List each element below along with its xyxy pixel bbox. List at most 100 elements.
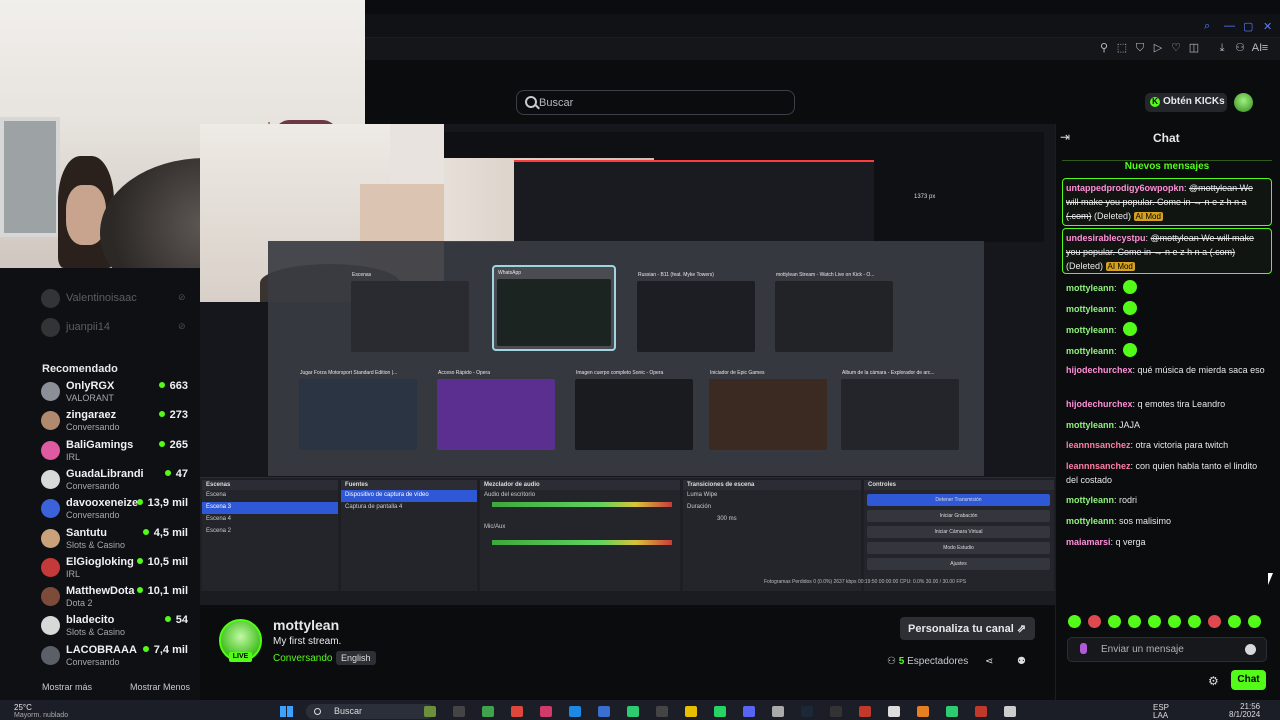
taskbar-clock[interactable]: 21:56 8/1/2024 [1229,703,1260,719]
sidebar-channel[interactable]: ElGiogloking IRL 10,5 mil [41,556,196,584]
chat-message[interactable]: mottyleann: [1066,280,1266,295]
chat-message[interactable]: untappedprodigy6owpopkn: @mottylean We w… [1066,181,1266,224]
sidebar-channel[interactable]: davooxeneize Conversando 13,9 mil [41,497,196,525]
chat-username[interactable]: mottyleann [1066,325,1114,335]
menu-icon[interactable]: ≡ [1259,42,1271,54]
share-icon[interactable]: ⋖ [985,656,993,667]
search-input[interactable]: Buscar [516,90,795,115]
taskbar-app-icon[interactable] [424,706,436,717]
chat-username[interactable]: mottyleann [1066,283,1114,293]
sidebar-channel[interactable]: GuadaLibrandi Conversando 47 [41,468,196,496]
play-icon[interactable]: ▷ [1152,42,1164,54]
taskbar-app-icon[interactable] [946,706,958,717]
taskbar-app-icon[interactable] [685,706,697,717]
close-icon[interactable]: ✕ [1263,20,1272,33]
chat-message[interactable]: leannnsanchez: otra victoria para twitch [1066,438,1266,452]
switcher-window[interactable]: WhatsApp [492,265,616,351]
download-icon[interactable]: ⤓ [1216,42,1228,54]
pin-icon[interactable]: ⚲ [1098,42,1110,54]
chat-message[interactable]: undesirablecystpu: @mottylean We will ma… [1066,231,1266,274]
show-more-button[interactable]: Mostrar más [42,682,92,692]
taskbar-app-icon[interactable] [743,706,755,717]
chat-message[interactable]: mottyleann: [1066,343,1266,358]
profile-icon[interactable]: ⚇ [1234,42,1246,54]
show-less-button[interactable]: Mostrar Menos [130,682,190,692]
customize-channel-button[interactable]: Personaliza tu canal ⇗ [900,617,1035,640]
emote-icon[interactable] [1108,615,1121,628]
taskbar-app-icon[interactable] [482,706,494,717]
emote-icon[interactable] [1228,615,1241,628]
taskbar-app-icon[interactable] [627,706,639,717]
switcher-window[interactable]: Álbum de la cámara - Explorador de arc..… [838,367,962,453]
emote-icon[interactable] [1068,615,1081,628]
chat-message[interactable]: mottyleann: JAJA [1066,418,1266,432]
obs-scene[interactable]: Escena 2 [202,526,338,538]
obs-virtual-cam-button[interactable]: Iniciar Cámara Virtual [867,526,1050,538]
chat-message[interactable]: mottyleann: sos malisimo [1066,514,1266,528]
taskbar-app-icon[interactable] [714,706,726,717]
get-kicks-button[interactable]: K Obtén KICKs [1145,93,1227,112]
taskbar-app-icon[interactable] [917,706,929,717]
obs-scene[interactable]: Escena 3 [202,502,338,514]
gear-icon[interactable]: ⚙ [1208,674,1219,688]
emote-icon[interactable] [1128,615,1141,628]
sidebar-channel[interactable]: BaliGamings IRL 265 [41,439,196,467]
mic-icon[interactable] [1080,643,1087,654]
switcher-window[interactable]: Iniciador de Epic Games [706,367,830,453]
emote-icon[interactable] [1208,615,1221,628]
taskbar-app-icon[interactable] [598,706,610,717]
switcher-window[interactable]: mottylean Stream - Watch Live on Kick - … [772,269,896,355]
stream-category[interactable]: Conversando [273,653,332,664]
emote-icon[interactable] [1168,615,1181,628]
sidebar-channel[interactable]: bladecito Slots & Casino 54 [41,614,196,642]
chat-username[interactable]: mottyleann [1066,495,1114,505]
taskbar-app-icon[interactable] [801,706,813,717]
obs-stop-stream-button[interactable]: Detener Transmisión [867,494,1050,506]
emote-icon[interactable] [1088,615,1101,628]
switcher-window[interactable]: Russian - B11 (feat. Myke Towers) [634,269,758,355]
screenshot-icon[interactable]: ⬚ [1116,42,1128,54]
sidebar-offline-channel[interactable]: Valentinoisaac ⊘ [41,287,196,315]
chat-message[interactable]: hijodechurchex: q emotes tira Leandro [1066,397,1266,411]
obs-source[interactable]: Dispositivo de captura de vídeo [341,490,477,502]
weather-widget[interactable]: 25°C Mayorm. nublado [14,703,68,719]
shield-icon[interactable]: ⛉ [1134,42,1146,54]
obs-scene[interactable]: Escena [202,490,338,502]
sidebar-offline-channel[interactable]: juanpii14 ⊘ [41,316,196,344]
chat-message[interactable]: maiamarsi: q verga [1066,535,1266,549]
chat-username[interactable]: hijodechurchex [1066,365,1133,375]
switcher-window[interactable]: Acceso Rápido - Opera [434,367,558,453]
chat-message[interactable]: mottyleann: rodri [1066,493,1266,507]
language-indicator[interactable]: ESP LAA [1153,704,1169,720]
windows-start-icon[interactable] [280,706,293,717]
emote-icon[interactable] [1248,615,1261,628]
obs-settings-button[interactable]: Ajustes [867,558,1050,570]
chat-username[interactable]: mottyleann [1066,346,1114,356]
user-card-icon[interactable]: ⚉ [1017,656,1026,667]
taskbar-app-icon[interactable] [656,706,668,717]
emoji-icon[interactable] [1245,644,1256,655]
maximize-icon[interactable]: ▢ [1243,20,1253,33]
obs-record-button[interactable]: Iniciar Grabación [867,510,1050,522]
chat-username[interactable]: untappedprodigy6owpopkn [1066,183,1184,193]
sidebar-channel[interactable]: zingaraez Conversando 273 [41,409,196,437]
obs-source[interactable]: Captura de pantalla 4 [341,502,477,514]
collapse-chat-icon[interactable]: ⇥ [1060,130,1070,144]
snapshot-icon[interactable]: ◫ [1188,42,1200,54]
taskbar-app-icon[interactable] [453,706,465,717]
taskbar-app-icon[interactable] [772,706,784,717]
channel-name[interactable]: mottylean [273,617,339,633]
user-avatar[interactable] [1234,93,1253,112]
taskbar-app-icon[interactable] [888,706,900,717]
taskbar-search[interactable]: Buscar [306,704,434,719]
chat-username[interactable]: mottyleann [1066,420,1114,430]
chat-username[interactable]: undesirablecystpu [1066,233,1146,243]
search-icon[interactable]: ⌕ [1204,20,1210,33]
minimize-icon[interactable]: — [1224,20,1235,32]
chat-message[interactable]: leannnsanchez: con quien habla tanto el … [1066,459,1266,487]
taskbar-app-icon[interactable] [830,706,842,717]
chat-username[interactable]: maiamarsi [1066,537,1111,547]
taskbar-app-icon[interactable] [1004,706,1016,717]
chat-message[interactable]: mottyleann: [1066,322,1266,337]
sidebar-channel[interactable]: OnlyRGX VALORANT 663 [41,380,196,408]
